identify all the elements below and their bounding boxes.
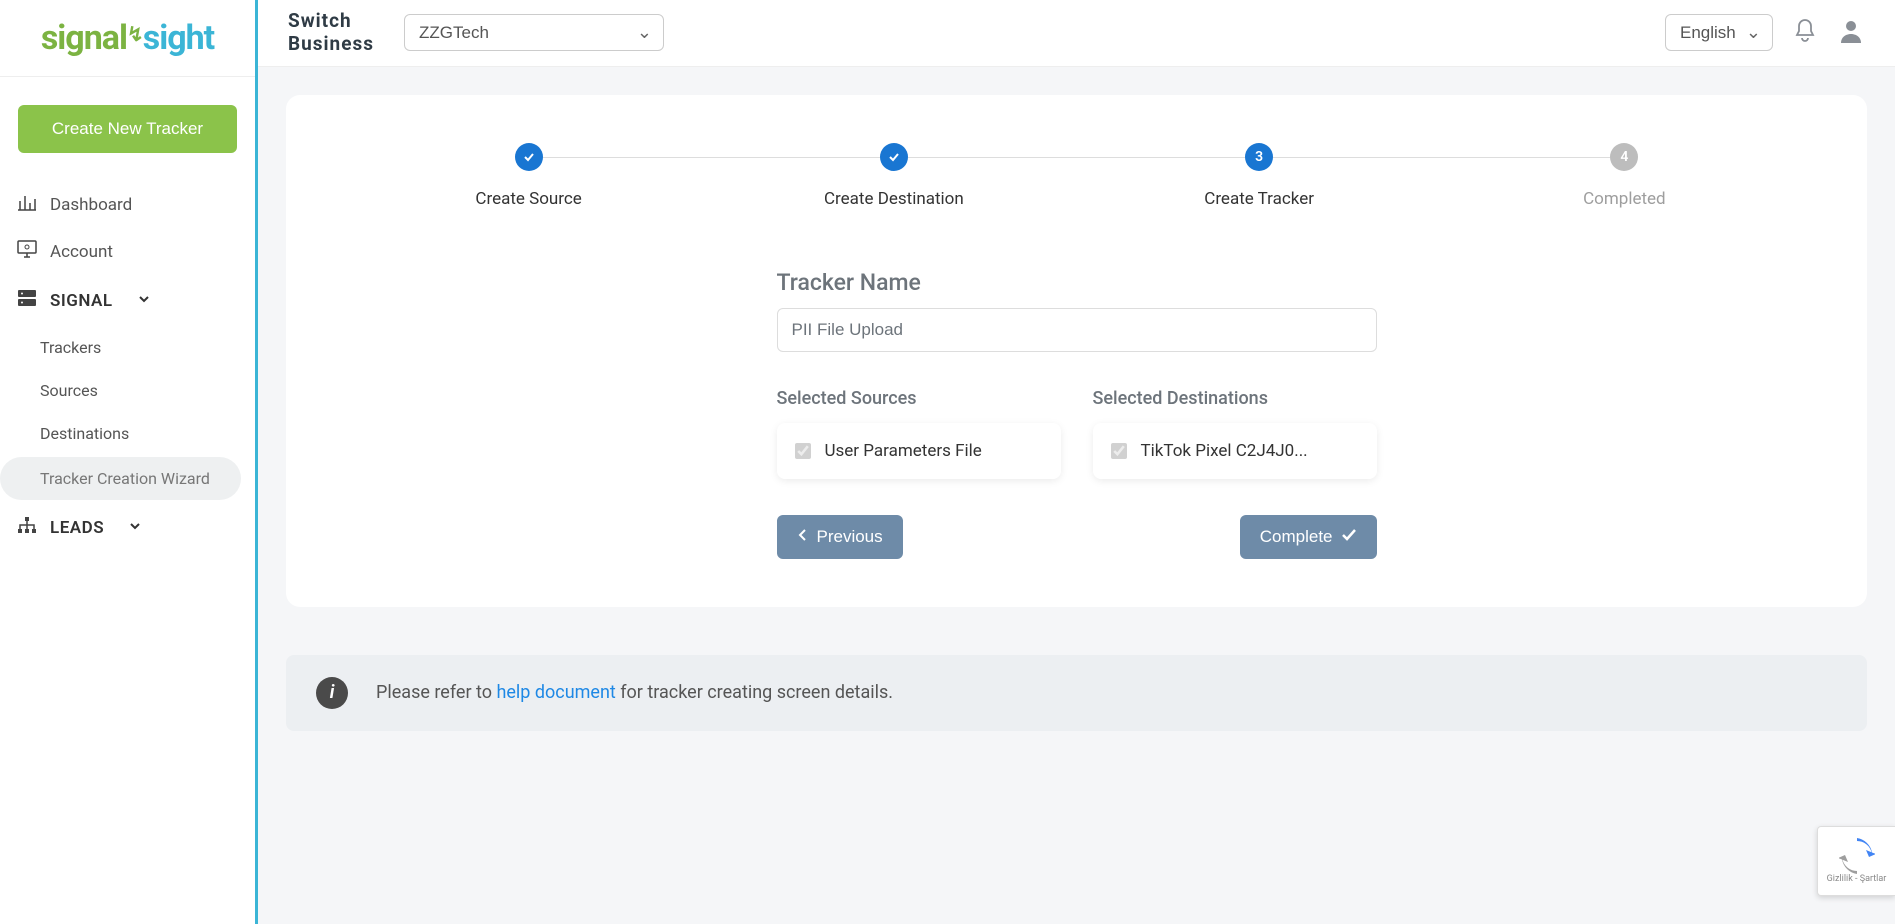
nav-signal-group[interactable]: SIGNAL — [0, 275, 255, 326]
button-label: Complete — [1260, 527, 1333, 547]
recaptcha-badge: Gizlilik - Şartlar — [1817, 826, 1895, 896]
selected-destinations-col: Selected Destinations TikTok Pixel C2J4J… — [1093, 388, 1377, 479]
nav-leads-group[interactable]: LEADS — [0, 502, 255, 553]
sidebar: signal↯sight Create New Tracker Dashboar… — [0, 0, 258, 924]
step-create-tracker[interactable]: 3 Create Tracker — [1077, 143, 1442, 209]
check-icon — [1341, 527, 1357, 547]
logo: signal↯sight — [0, 0, 255, 77]
language-select[interactable]: English — [1665, 14, 1773, 51]
recaptcha-icon — [1839, 838, 1875, 874]
check-icon — [880, 143, 908, 171]
destination-item: TikTok Pixel C2J4J0... — [1093, 423, 1377, 479]
button-label: Previous — [817, 527, 883, 547]
previous-button[interactable]: Previous — [777, 515, 903, 559]
wizard-card: Create Source Create Destination 3 Creat… — [286, 95, 1867, 607]
logo-text: signal↯sight — [41, 18, 214, 58]
nav-sources[interactable]: Sources — [0, 369, 255, 412]
chevron-down-icon — [137, 291, 151, 311]
info-icon: i — [316, 677, 348, 709]
check-icon — [515, 143, 543, 171]
selected-sources-label: Selected Sources — [777, 388, 1061, 409]
source-checkbox — [795, 443, 811, 459]
nav-dashboard[interactable]: Dashboard — [0, 181, 255, 228]
source-item-label: User Parameters File — [825, 441, 982, 461]
switch-business-label: Switch Business — [288, 10, 374, 56]
step-number: 4 — [1610, 143, 1638, 171]
complete-button[interactable]: Complete — [1240, 515, 1377, 559]
nav-account[interactable]: Account — [0, 228, 255, 275]
help-document-link[interactable]: help document — [496, 682, 615, 703]
nav-tracker-wizard[interactable]: Tracker Creation Wizard — [0, 457, 241, 500]
tracker-form: Tracker Name Selected Sources User Param… — [777, 269, 1377, 559]
source-item: User Parameters File — [777, 423, 1061, 479]
nav-label: Account — [50, 242, 113, 262]
nav-group-label: SIGNAL — [50, 291, 113, 311]
monitor-icon — [16, 240, 38, 263]
step-completed: 4 Completed — [1442, 143, 1807, 209]
step-number: 3 — [1245, 143, 1273, 171]
chart-icon — [16, 193, 38, 216]
main: Switch Business ZZGTech English — [258, 0, 1895, 924]
destination-item-label: TikTok Pixel C2J4J0... — [1141, 441, 1308, 461]
server-icon — [16, 289, 38, 312]
info-bar: i Please refer to help document for trac… — [286, 655, 1867, 731]
info-text: Please refer to help document for tracke… — [376, 682, 893, 703]
recaptcha-terms: Gizlilik - Şartlar — [1827, 874, 1887, 884]
business-select[interactable]: ZZGTech — [404, 14, 664, 51]
nav: Dashboard Account SIGNAL Trackers Source… — [0, 171, 255, 563]
step-label: Completed — [1442, 189, 1807, 209]
step-label: Create Tracker — [1077, 189, 1442, 209]
user-icon[interactable] — [1837, 17, 1865, 49]
nav-destinations[interactable]: Destinations — [0, 412, 255, 455]
step-create-source[interactable]: Create Source — [346, 143, 711, 209]
nav-trackers[interactable]: Trackers — [0, 326, 255, 369]
step-create-destination[interactable]: Create Destination — [711, 143, 1076, 209]
create-new-tracker-button[interactable]: Create New Tracker — [18, 105, 237, 153]
nav-label: Dashboard — [50, 195, 132, 215]
sitemap-icon — [16, 516, 38, 539]
nav-group-label: LEADS — [50, 518, 104, 538]
step-label: Create Source — [346, 189, 711, 209]
selected-destinations-label: Selected Destinations — [1093, 388, 1377, 409]
destination-checkbox — [1111, 443, 1127, 459]
tracker-name-input[interactable] — [777, 308, 1377, 352]
chevron-down-icon — [128, 518, 142, 538]
chevron-left-icon — [797, 527, 809, 547]
selected-sources-col: Selected Sources User Parameters File — [777, 388, 1061, 479]
tracker-name-label: Tracker Name — [777, 269, 1377, 296]
step-label: Create Destination — [711, 189, 1076, 209]
stepper: Create Source Create Destination 3 Creat… — [346, 143, 1807, 209]
bell-icon[interactable] — [1793, 18, 1817, 48]
topbar: Switch Business ZZGTech English — [258, 0, 1895, 67]
